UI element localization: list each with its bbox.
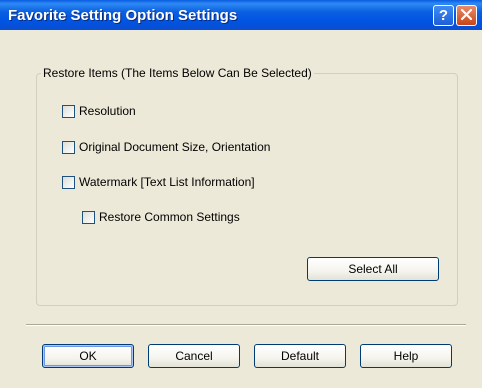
resolution-checkbox[interactable] <box>62 104 75 118</box>
question-mark-icon: ? <box>438 7 449 24</box>
close-x-icon <box>460 8 473 21</box>
original-document-size-label: Original Document Size, Orientation <box>79 140 271 154</box>
cancel-button[interactable]: Cancel <box>148 344 240 368</box>
restore-common-settings-option[interactable]: Restore Common Settings <box>82 210 240 224</box>
select-all-button[interactable]: Select All <box>307 257 439 281</box>
ok-button[interactable]: OK <box>42 344 134 368</box>
watermark-option[interactable]: Watermark [Text List Information] <box>62 175 255 189</box>
footer-separator <box>26 324 466 326</box>
restore-items-group-label: Restore Items (The Items Below Can Be Se… <box>41 66 314 80</box>
restore-common-settings-checkbox[interactable] <box>82 210 95 224</box>
original-document-size-checkbox[interactable] <box>62 140 75 154</box>
title-bar[interactable]: Favorite Setting Option Settings ? <box>0 0 482 30</box>
default-button[interactable]: Default <box>254 344 346 368</box>
watermark-checkbox[interactable] <box>62 175 75 189</box>
close-title-button[interactable] <box>456 5 477 26</box>
resolution-option[interactable]: Resolution <box>62 104 136 118</box>
restore-common-settings-label: Restore Common Settings <box>99 210 240 224</box>
help-title-button[interactable]: ? <box>433 5 454 26</box>
help-button[interactable]: Help <box>360 344 452 368</box>
resolution-label: Resolution <box>79 104 136 118</box>
window-title: Favorite Setting Option Settings <box>8 7 238 24</box>
original-document-size-option[interactable]: Original Document Size, Orientation <box>62 140 270 154</box>
watermark-label: Watermark [Text List Information] <box>79 175 255 189</box>
